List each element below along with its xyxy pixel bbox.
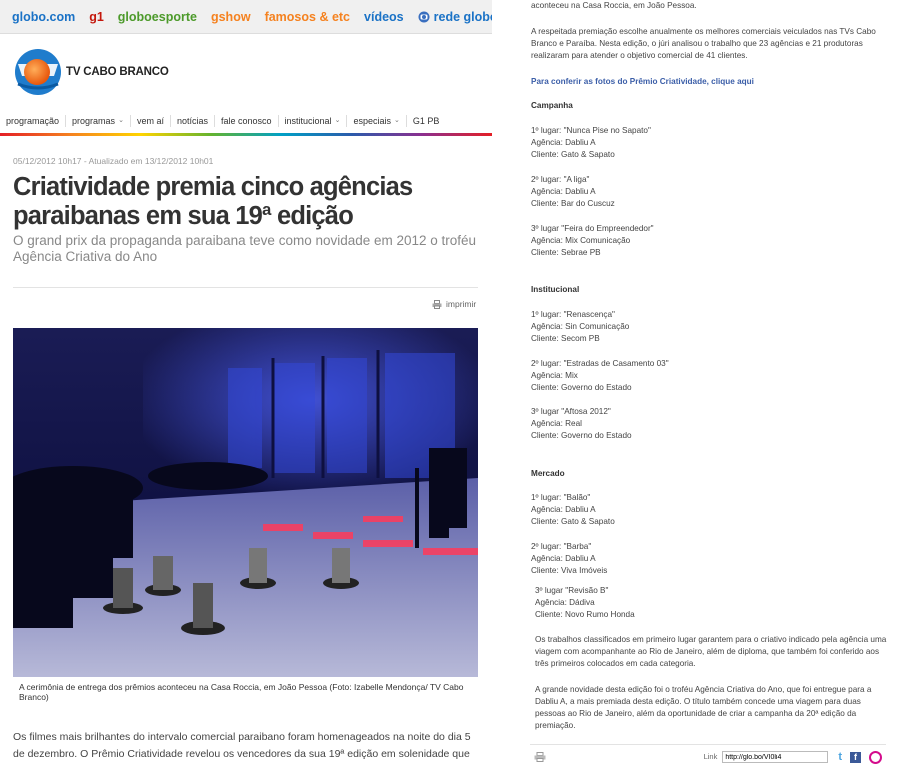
videos-link[interactable]: vídeos: [364, 10, 404, 24]
nav-label: notícias: [176, 116, 208, 126]
body-paragraph: A grande novidade desta edição foi o tro…: [535, 685, 872, 730]
entry-agency: Agência: Dabliu A: [531, 554, 596, 563]
nav-label: vem aí: [136, 116, 164, 126]
chevron-down-icon: ⌄: [334, 117, 341, 124]
entry-place: 3º lugar "Revisão B": [535, 586, 609, 595]
entry-agency: Agência: Sin Comunicação: [531, 322, 630, 331]
article-title: Criatividade premia cinco agências parai…: [13, 173, 413, 230]
famosos-link[interactable]: famosos & etc: [265, 10, 350, 24]
nav-label: programação: [6, 116, 60, 126]
nav-label: especiais: [353, 116, 391, 126]
rainbow-divider: [0, 133, 492, 136]
nav-item-fale-conosco[interactable]: fale conosco: [215, 115, 279, 127]
rede-globo-link[interactable]: rede globo: [418, 10, 492, 24]
entry-client: Cliente: Secom PB: [531, 334, 600, 343]
entry-place: 1º lugar: "Nunca Pise no Sapato": [531, 126, 651, 135]
award-entry: 2º lugar: "Estradas de Casamento 03" Agê…: [531, 358, 891, 394]
g1-link[interactable]: g1: [89, 10, 104, 24]
entry-client: Cliente: Governo do Estado: [531, 431, 632, 440]
entry-agency: Agência: Dabliu A: [531, 187, 596, 196]
article-subtitle: O grand prix da propaganda paraibana tev…: [13, 233, 477, 264]
entry-client: Cliente: Gato & Sapato: [531, 517, 615, 526]
nav-label: institucional: [284, 116, 332, 126]
article-footer-toolbar: Link t f: [530, 744, 886, 768]
entry-client: Cliente: Governo do Estado: [531, 383, 632, 392]
award-entry: 1º lugar: "Nunca Pise no Sapato" Agência…: [531, 125, 891, 161]
entry-agency: Agência: Real: [531, 419, 582, 428]
nav-item-vem-ai[interactable]: vem aí: [131, 115, 171, 127]
entry-place: 3º lugar "Feira do Empreendedor": [531, 224, 654, 233]
nav-item-noticias[interactable]: notícias: [171, 115, 215, 127]
award-entry: 3º lugar "Aftosa 2012" Agência: Real Cli…: [531, 406, 891, 442]
print-label: imprimir: [446, 299, 477, 309]
nav-item-programas[interactable]: programas ⌄: [66, 115, 131, 127]
entry-client: Cliente: Bar do Cuscuz: [531, 199, 615, 208]
nav-item-institucional[interactable]: institucional ⌄: [279, 115, 348, 127]
entry-client: Cliente: Viva Imóveis: [531, 566, 608, 575]
nav-label: fale conosco: [220, 116, 272, 126]
award-entry: 2º lugar: "Barba" Agência: Dabliu A Clie…: [531, 541, 891, 577]
tv-cabo-branco-logo-icon[interactable]: [14, 48, 62, 96]
article-left-column: globo.com g1 globoesporte gshow famosos …: [0, 0, 492, 768]
link-label: Link: [703, 752, 718, 761]
entry-agency: Agência: Mix Comunicação: [531, 236, 631, 245]
award-entry: 3º lugar "Feira do Empreendedor" Agência…: [531, 223, 891, 259]
entry-agency: Agência: Dabliu A: [531, 505, 596, 514]
entry-place: 3º lugar "Aftosa 2012": [531, 407, 611, 416]
entry-agency: Agência: Mix: [531, 371, 578, 380]
award-entry: 3º lugar "Revisão B" Agência: Dádiva Cli…: [535, 585, 895, 621]
chevron-down-icon: ⌄: [118, 117, 124, 124]
award-entry: 1º lugar: "Renascença" Agência: Sin Comu…: [531, 309, 891, 345]
nav-item-programacao[interactable]: programação: [0, 115, 67, 127]
gshow-link[interactable]: gshow: [211, 10, 251, 24]
photos-link[interactable]: Para conferir as fotos do Prêmio Criativ…: [531, 76, 891, 88]
chevron-down-icon: ⌄: [393, 117, 400, 124]
entry-client: Cliente: Novo Rumo Honda: [535, 610, 635, 619]
site-header: TV CABO BRANCO: [0, 34, 492, 106]
brand-name[interactable]: TV CABO BRANCO: [66, 66, 169, 78]
body-paragraph: Os trabalhos classificados em primeiro l…: [535, 635, 887, 668]
globo-top-bar: globo.com g1 globoesporte gshow famosos …: [0, 0, 492, 34]
article-continuation-column: aconteceu na Casa Roccia, em João Pessoa…: [528, 0, 898, 768]
photo-caption: A cerimônia de entrega dos prêmios acont…: [19, 682, 464, 702]
entry-place: 1º lugar: "Renascença": [531, 310, 615, 319]
award-entry: 2º lugar: "A liga" Agência: Dabliu A Cli…: [531, 174, 891, 210]
body-intro: A respeitada premiação escolhe anualment…: [531, 27, 876, 60]
entry-place: 1º lugar: "Balão": [531, 493, 591, 502]
award-entry: 1º lugar: "Balão" Agência: Dabliu A Clie…: [531, 492, 891, 528]
ceremony-photo-illustration: [13, 328, 478, 677]
globoesporte-link[interactable]: globoesporte: [118, 10, 197, 24]
body-continuation: aconteceu na Casa Roccia, em João Pessoa…: [531, 1, 697, 10]
facebook-icon[interactable]: f: [850, 751, 861, 763]
entry-client: Cliente: Sebrae PB: [531, 248, 601, 257]
printer-icon: [432, 299, 442, 309]
category-heading: Campanha: [531, 101, 573, 110]
globo-com-link[interactable]: globo.com: [12, 10, 75, 24]
orkut-icon[interactable]: [869, 750, 882, 764]
nav-item-g1-pb[interactable]: G1 PB: [407, 115, 446, 127]
article-photo[interactable]: [13, 328, 478, 677]
category-heading: Institucional: [531, 285, 580, 294]
entry-client: Cliente: Gato & Sapato: [531, 150, 615, 159]
article-body: Os filmes mais brilhantes do intervalo c…: [13, 731, 471, 760]
nav-label: G1 PB: [412, 116, 440, 126]
nav-label: programas: [72, 116, 116, 126]
nav-item-especiais[interactable]: especiais ⌄: [347, 115, 407, 127]
rede-globo-label: rede globo: [433, 9, 492, 24]
short-link-field[interactable]: [722, 751, 829, 763]
entry-agency: Agência: Dabliu A: [531, 138, 596, 147]
twitter-icon[interactable]: t: [838, 751, 842, 763]
entry-place: 2º lugar: "Barba": [531, 542, 592, 551]
divider: [13, 287, 478, 288]
entry-agency: Agência: Dádiva: [535, 598, 595, 607]
main-nav: programação programas ⌄ vem aí notícias f…: [0, 108, 492, 134]
entry-place: 2º lugar: "Estradas de Casamento 03": [531, 359, 669, 368]
print-button[interactable]: imprimir: [432, 299, 476, 309]
print-icon[interactable]: [534, 752, 546, 762]
entry-place: 2º lugar: "A liga": [531, 175, 590, 184]
category-heading: Mercado: [531, 469, 565, 478]
article-meta: 05/12/2012 10h17 - Atualizado em 13/12/2…: [13, 156, 214, 166]
globo-logo-icon: [418, 11, 430, 22]
